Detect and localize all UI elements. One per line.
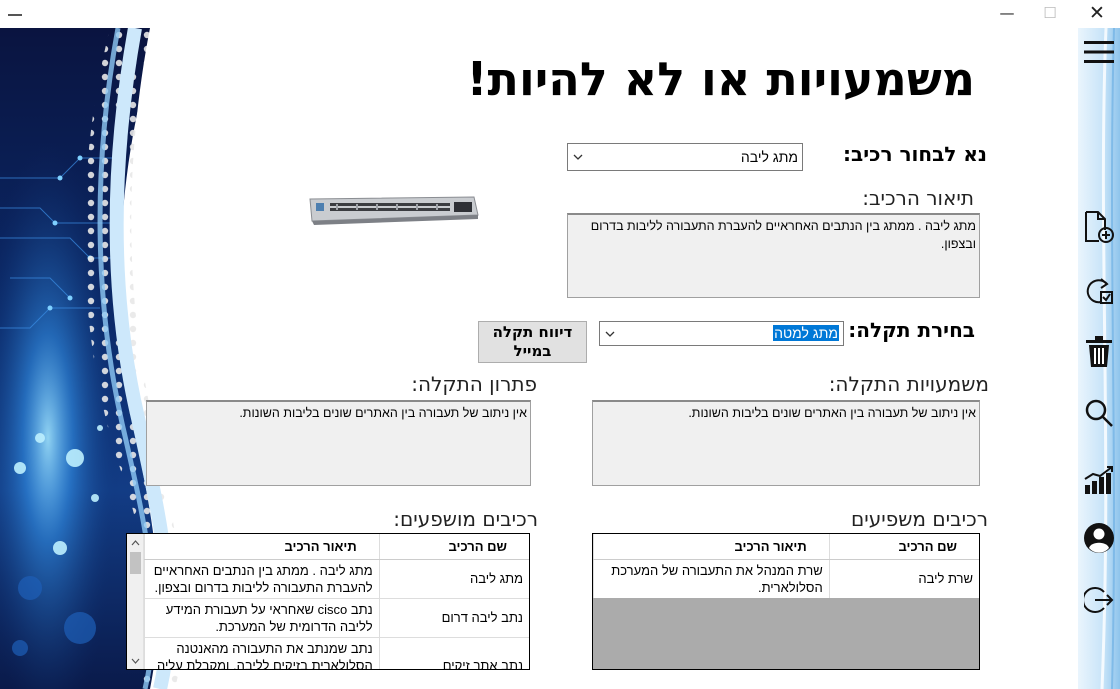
chevron-down-icon[interactable] (570, 144, 586, 170)
fault-solution-box[interactable]: אין ניתוב של תעבורה בין האתרים שונים בלי… (146, 400, 531, 486)
fault-select-text: מתג למטה (774, 325, 838, 341)
column-header-description[interactable]: תיאור הרכיב (144, 534, 380, 560)
fault-meaning-label: משמעויות התקלה: (828, 372, 989, 396)
column-header-name[interactable]: שם הרכיב (828, 534, 979, 560)
table-row[interactable]: נתב אתר זיקים נתב שמנתב את התעבורה מהאנט… (144, 637, 529, 669)
cell-description[interactable]: נתב שמנתב את התעבורה מהאנטנה הסלולארית ב… (144, 637, 380, 669)
column-header-description[interactable]: תיאור הרכיב (593, 534, 830, 560)
cell-name[interactable]: שרת ליבה (828, 559, 979, 599)
grid-empty-area (593, 598, 979, 669)
affected-components-grid[interactable]: שם הרכיב תיאור הרכיב מתג ליבה מתג ליבה .… (126, 533, 530, 670)
fault-solution-label: פתרון התקלה: (411, 372, 537, 396)
scroll-up-icon[interactable] (127, 534, 144, 551)
component-select-label: נא לבחור רכיב: (843, 142, 987, 166)
close-button[interactable]: ✕ (1074, 0, 1120, 26)
component-select-value: מתג ליבה (740, 149, 798, 165)
grid-header-row: שם הרכיב תיאור הרכיב (144, 534, 529, 560)
affected-components-label: רכיבים מושפעים: (393, 507, 538, 531)
search-icon[interactable] (1080, 394, 1118, 432)
fault-select-label: בחירת תקלה: (848, 318, 975, 342)
cell-description[interactable]: שרת המנהל את התעבורה של המערכת הסלולארית… (593, 559, 830, 599)
maximize-button[interactable]: ☐ (1027, 0, 1073, 26)
chevron-down-icon[interactable] (602, 322, 618, 345)
page-title: משמעויות או לא להיות! (466, 52, 975, 106)
cell-description[interactable]: נתב cisco שאחראי על תעבורת המידע לליבה ה… (144, 598, 380, 638)
fault-select[interactable]: מתג למטה (599, 321, 844, 346)
trash-icon[interactable] (1080, 333, 1118, 371)
cell-description[interactable]: מתג ליבה . ממתג בין הנתבים האחראיים להעב… (144, 559, 380, 599)
cell-name[interactable]: מתג ליבה (378, 559, 529, 599)
user-icon[interactable] (1080, 519, 1118, 557)
component-description-label: תיאור הרכיב: (862, 186, 974, 210)
cell-name[interactable]: נתב ליבה דרום (378, 598, 529, 638)
scroll-down-icon[interactable] (127, 652, 144, 669)
fault-select-value: מתג למטה (773, 325, 839, 341)
title-bar: — ☐ ✕ (0, 0, 1120, 28)
table-row[interactable]: שרת ליבה שרת המנהל את התעבורה של המערכת … (593, 559, 979, 599)
refresh-check-icon[interactable] (1080, 272, 1118, 310)
menu-icon[interactable] (1080, 33, 1118, 71)
table-row[interactable]: נתב ליבה דרום נתב cisco שאחראי על תעבורת… (144, 598, 529, 638)
minimize-button[interactable]: — (984, 0, 1030, 26)
vertical-scrollbar[interactable] (127, 534, 144, 669)
cell-name[interactable]: נתב אתר זיקים (378, 637, 529, 669)
add-file-icon[interactable] (1080, 208, 1118, 246)
affecting-components-label: רכיבים משפיעים (851, 507, 988, 531)
logout-icon[interactable] (1080, 581, 1118, 619)
app-icon (8, 8, 22, 16)
affecting-components-grid[interactable]: שם הרכיב תיאור הרכיב שרת ליבה שרת המנהל … (592, 533, 980, 670)
chart-icon[interactable] (1080, 461, 1118, 499)
grid-header-row: שם הרכיב תיאור הרכיב (593, 534, 979, 560)
column-header-name[interactable]: שם הרכיב (378, 534, 529, 560)
component-image (306, 193, 480, 227)
component-description-box[interactable]: מתג ליבה . ממתג בין הנתבים האחראיים להעב… (567, 213, 980, 298)
scrollbar-thumb[interactable] (130, 552, 141, 574)
report-fault-email-button[interactable]: דיווח תקלה במייל (478, 321, 587, 363)
fault-meaning-box[interactable]: אין ניתוב של תעבורה בין האתרים שונים בלי… (592, 400, 980, 486)
table-row[interactable]: מתג ליבה מתג ליבה . ממתג בין הנתבים האחר… (144, 559, 529, 599)
component-select[interactable]: מתג ליבה (567, 143, 803, 171)
